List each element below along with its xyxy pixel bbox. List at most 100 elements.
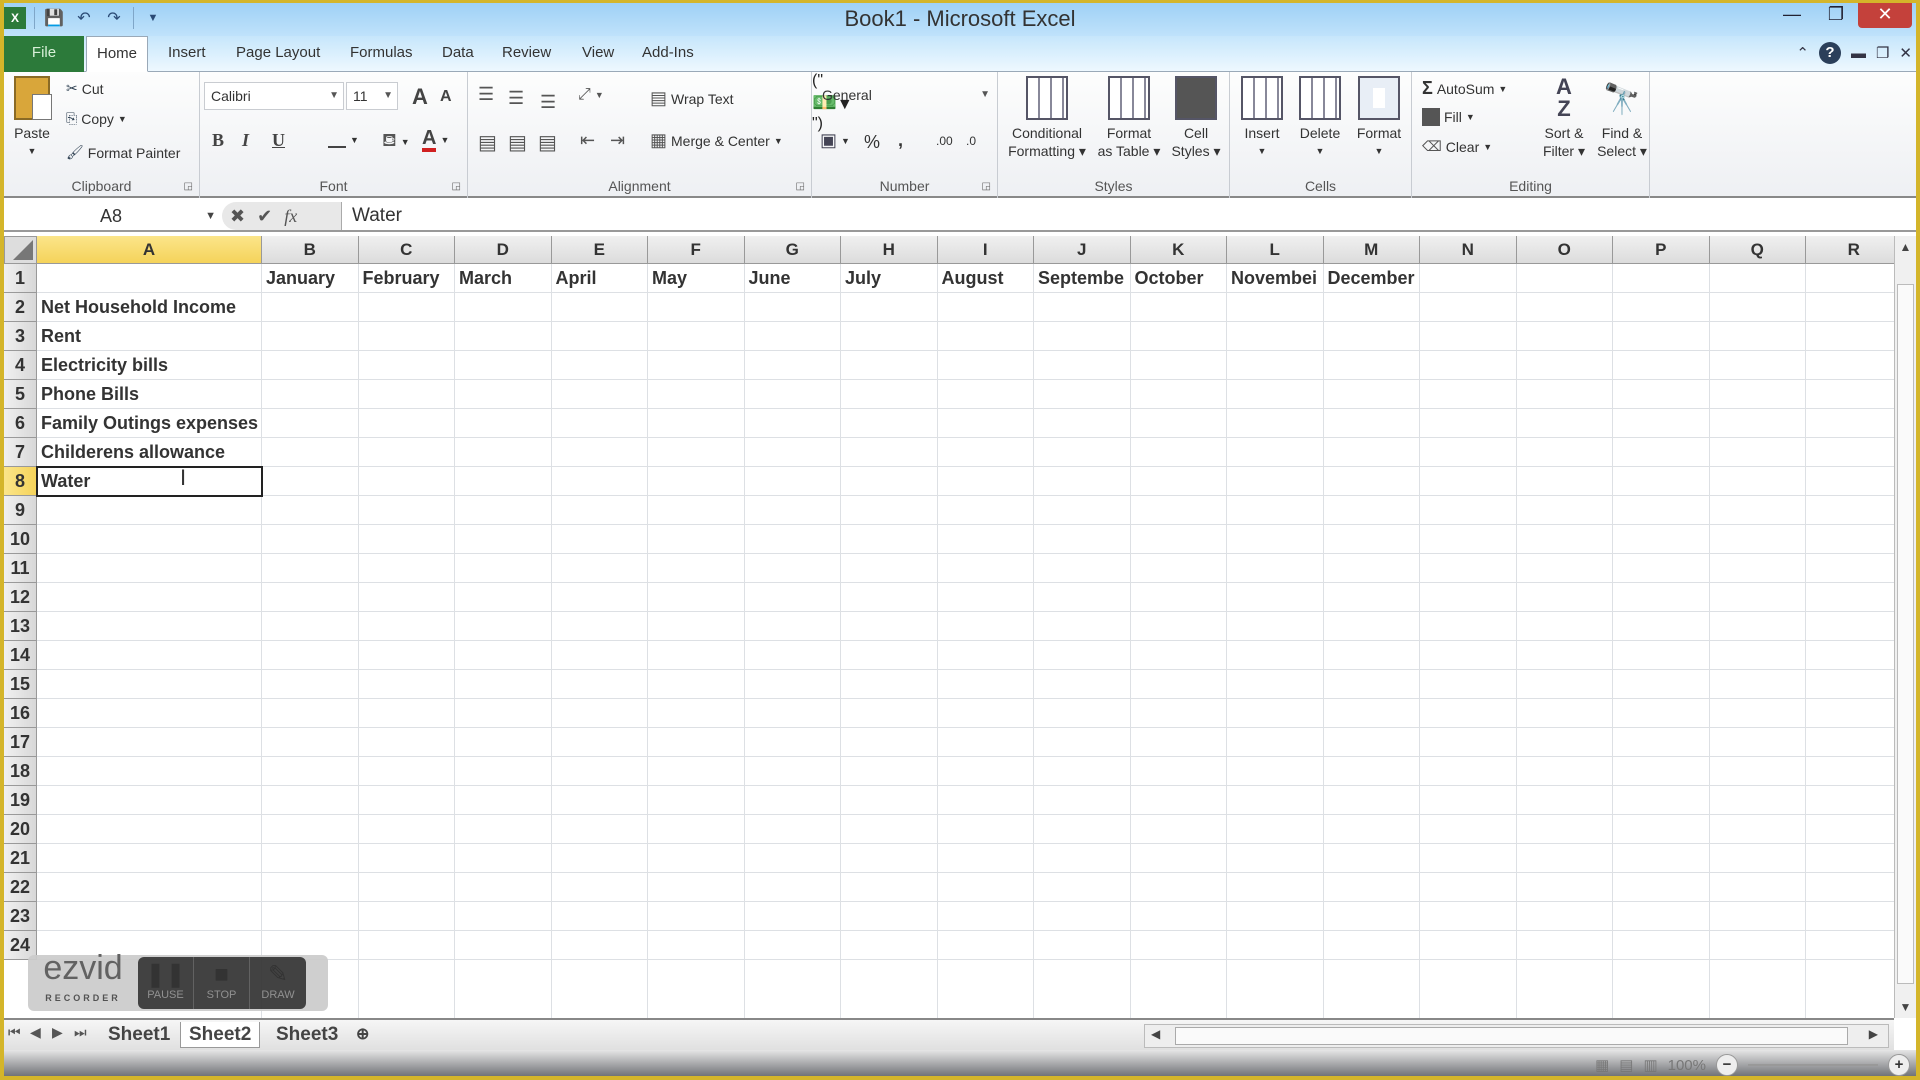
normal-view-icon[interactable]: ▦ [1595,1056,1609,1074]
row-header-21[interactable]: 21 [4,844,37,873]
font-name-select[interactable]: Calibri ▼ [204,82,344,110]
row-header-17[interactable]: 17 [4,728,37,757]
row-header-2[interactable]: 2 [4,293,37,322]
prev-sheet-icon[interactable]: ◀ [30,1024,41,1041]
name-box[interactable]: A8 ▼ [6,202,216,230]
tab-home[interactable]: Home [86,36,149,72]
column-header-b[interactable]: B [262,236,359,264]
column-header-m[interactable]: M [1323,236,1420,264]
workbook-minimize-icon[interactable]: ▬ [1851,45,1866,62]
cell-j1[interactable]: Septembe [1034,264,1131,293]
column-header-j[interactable]: J [1034,236,1131,264]
page-layout-view-icon[interactable]: ▤ [1619,1056,1633,1074]
tab-view[interactable]: View [572,36,624,72]
number-launcher-icon[interactable]: ◲ [982,181,991,192]
active-cell-indicator[interactable] [36,466,263,497]
clipboard-launcher-icon[interactable]: ◲ [184,181,193,192]
currency-button[interactable]: ▣ ▼ [820,130,850,151]
tab-formulas[interactable]: Formulas [340,36,423,72]
cancel-entry-icon[interactable]: ✖ [230,206,245,227]
top-align-button[interactable]: ☰ [478,84,494,105]
autosum-button[interactable]: Σ AutoSum ▼ [1422,78,1507,99]
cell-i1[interactable]: August [938,264,1035,293]
merge-center-button[interactable]: ▦ Merge & Center ▼ [650,130,783,151]
orientation-button[interactable]: ⤢ ▼ [578,86,604,104]
restore-button[interactable]: ❐ [1814,0,1858,28]
zoom-level[interactable]: 100% [1668,1057,1706,1074]
sheet-tab-sheet2[interactable]: Sheet2 [180,1022,261,1048]
row-header-6[interactable]: 6 [4,409,37,438]
cell-g1[interactable]: June [745,264,842,293]
column-header-d[interactable]: D [455,236,552,264]
confirm-entry-icon[interactable]: ✔ [257,206,272,227]
underline-button[interactable]: U [272,130,285,151]
cell-k1[interactable]: October [1131,264,1228,293]
format-painter-button[interactable]: 🖌 Format Painter [66,144,180,161]
last-sheet-icon[interactable]: ⏭ [74,1024,87,1041]
row-header-18[interactable]: 18 [4,757,37,786]
copy-button[interactable]: ⎘ Copy ▼ [66,110,127,127]
draw-button[interactable]: ✎ DRAW [250,957,306,1009]
cell-l1[interactable]: Novembei [1227,264,1324,293]
cell-h1[interactable]: July [841,264,938,293]
cut-button[interactable]: ✂ Cut [66,80,104,97]
row-header-5[interactable]: 5 [4,380,37,409]
insert-function-icon[interactable]: fx [284,206,297,227]
comma-style-button[interactable]: , [898,130,903,151]
pause-button[interactable]: ❚❚ PAUSE [138,957,194,1009]
row-header-9[interactable]: 9 [4,496,37,525]
row-header-12[interactable]: 12 [4,583,37,612]
increase-decimal-button[interactable]: .00 [936,134,953,148]
tab-add-ins[interactable]: Add-Ins [632,36,704,72]
column-header-q[interactable]: Q [1709,236,1806,264]
first-sheet-icon[interactable]: ⏮ [8,1024,21,1041]
cell-a4[interactable]: Electricity bills [37,351,168,380]
zoom-in-button[interactable]: + [1888,1054,1910,1076]
percent-button[interactable]: % [864,132,880,153]
page-break-view-icon[interactable]: ▥ [1643,1056,1657,1074]
help-icon[interactable]: ? [1818,42,1841,64]
bottom-align-button[interactable]: ☰ [540,92,556,113]
row-header-11[interactable]: 11 [4,554,37,583]
row-header-3[interactable]: 3 [4,322,37,351]
cell-d1[interactable]: March [455,264,552,293]
cell-a2[interactable]: Net Household Income [37,293,236,322]
row-header-13[interactable]: 13 [4,612,37,641]
next-sheet-icon[interactable]: ▶ [52,1024,63,1041]
cell-styles-button[interactable]: Cell Styles ▾ [1166,76,1226,160]
conditional-formatting-button[interactable]: Conditional Formatting ▾ [1002,76,1092,160]
row-header-4[interactable]: 4 [4,351,37,380]
clear-button[interactable]: ⌫ Clear ▼ [1422,138,1492,155]
column-header-f[interactable]: F [648,236,745,264]
close-button[interactable]: ✕ [1858,0,1912,28]
column-header-i[interactable]: I [937,236,1034,264]
horizontal-scroll-thumb[interactable] [1175,1027,1848,1045]
column-header-e[interactable]: E [551,236,648,264]
column-header-r[interactable]: R [1806,236,1894,264]
row-header-23[interactable]: 23 [4,902,37,931]
worksheet-grid[interactable]: A B C D E F G H I J K L M N O P Q R 1 2 3 4 5 6 7 8 9 10 11 12 13 14 15 1… [4,236,1894,1018]
column-header-g[interactable]: G [744,236,841,264]
cell-b1[interactable]: January [262,264,359,293]
row-header-19[interactable]: 19 [4,786,37,815]
decrease-indent-button[interactable]: ⇤ [580,130,595,151]
font-color-button[interactable]: A ▼ [422,128,449,152]
number-format-select[interactable]: General ▼ [816,82,994,110]
scroll-left-icon[interactable]: ◀ [1151,1027,1160,1041]
row-header-14[interactable]: 14 [4,641,37,670]
align-left-button[interactable]: ▤ [478,130,497,155]
tab-file[interactable]: File [4,36,84,72]
workbook-close-icon[interactable]: ✕ [1899,44,1912,62]
tab-review[interactable]: Review [492,36,561,72]
row-header-22[interactable]: 22 [4,873,37,902]
vertical-scroll-thumb[interactable] [1897,284,1914,984]
cell-m1[interactable]: December [1324,264,1421,293]
chevron-down-icon[interactable]: ▼ [205,202,216,230]
insert-cells-button[interactable]: Insert ▼ [1234,76,1290,160]
fill-color-button[interactable]: ⛾ ▼ [382,130,410,154]
row-header-16[interactable]: 16 [4,699,37,728]
font-size-select[interactable]: 11 ▼ [346,82,398,110]
cell-c1[interactable]: February [359,264,456,293]
workbook-restore-icon[interactable]: ❐ [1876,44,1889,62]
tab-page-layout[interactable]: Page Layout [226,36,330,72]
